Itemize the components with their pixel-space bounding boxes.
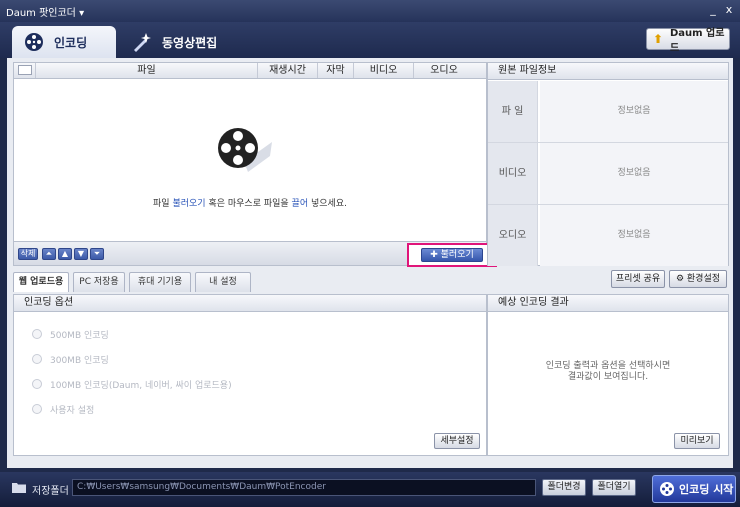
main-tab-bar: 인코딩 동영상편집 ⬆ Daum 업로드 <box>0 22 740 58</box>
detail-settings-button[interactable]: 세부설정 <box>434 433 480 449</box>
window-title[interactable]: Daum 팟인코더 ▾ <box>6 4 84 19</box>
move-down-button[interactable]: ▼ <box>74 248 88 260</box>
column-subtitle[interactable]: 자막 <box>318 63 354 78</box>
info-row-video: 비디오 정보없음 <box>488 143 728 205</box>
tab-encoding[interactable]: 인코딩 <box>12 26 116 58</box>
option-300mb[interactable]: 300MB 인코딩 <box>32 352 109 366</box>
file-list-header: 파일 재생시간 자막 비디오 오디오 <box>14 63 486 79</box>
save-folder-label: 저장폴더 <box>32 486 69 497</box>
option-100mb[interactable]: 100MB 인코딩(Daum, 네이버, 싸이 업로드용) <box>32 377 232 391</box>
film-reel-icon <box>218 128 272 172</box>
move-top-button[interactable]: ⏶ <box>42 248 56 260</box>
main-content: 파일 재생시간 자막 비디오 오디오 파일 불러오기 혹은 마우스로 파일을 끌… <box>7 58 733 468</box>
daum-upload-label: Daum 업로드 <box>669 28 725 54</box>
daum-upload-button[interactable]: ⬆ Daum 업로드 <box>646 28 730 54</box>
env-settings-button[interactable]: ⚙ 환경설정 <box>669 270 727 288</box>
gear-icon: ⚙ <box>675 274 687 284</box>
column-video[interactable]: 비디오 <box>354 63 414 78</box>
tab-my-settings[interactable]: 내 설정 <box>195 272 251 292</box>
tab-web-upload[interactable]: 웹 업로드용 <box>13 272 69 292</box>
open-folder-button[interactable]: 폴더열기 <box>592 479 636 496</box>
source-info-title: 원본 파일정보 <box>488 63 728 80</box>
radio-icon <box>32 404 42 414</box>
tab-mobile[interactable]: 휴대 기기용 <box>129 272 191 292</box>
load-link[interactable]: 불러오기 <box>172 199 205 209</box>
tab-video-edit-label: 동영상편집 <box>162 35 218 50</box>
close-button[interactable]: x <box>722 3 736 16</box>
load-button[interactable]: ✚ 불러오기 <box>421 248 483 262</box>
file-drop-area[interactable]: 파일 불러오기 혹은 마우스로 파일을 끌어 넣으세요. <box>14 80 486 240</box>
sparkle-edit-icon <box>130 30 154 54</box>
film-reel-icon <box>660 482 674 496</box>
film-reel-icon <box>22 30 46 54</box>
tab-encoding-label: 인코딩 <box>54 35 88 50</box>
tab-pc-save[interactable]: PC 저장용 <box>73 272 125 292</box>
file-list-panel[interactable]: 파일 재생시간 자막 비디오 오디오 파일 불러오기 혹은 마우스로 파일을 끌… <box>13 62 487 266</box>
move-up-button[interactable]: ▲ <box>58 248 72 260</box>
folder-icon <box>12 483 26 493</box>
plus-icon: ✚ <box>430 250 441 260</box>
radio-icon <box>32 354 42 364</box>
title-bar: Daum 팟인코더 ▾ _ x <box>0 0 740 22</box>
radio-icon <box>32 329 42 339</box>
start-encoding-button[interactable]: 인코딩 시작 <box>652 475 736 503</box>
preset-tabs: 웹 업로드용 PC 저장용 휴대 기기용 내 설정 프리셋 공유 ⚙ 환경설정 <box>13 270 729 292</box>
encoding-options-panel: 인코딩 옵션 500MB 인코딩 300MB 인코딩 100MB 인코딩(Dau… <box>13 294 487 456</box>
expected-result-message: 인코딩 출력과 옵션을 선택하시면 결과값이 보여집니다. <box>545 361 671 382</box>
option-500mb[interactable]: 500MB 인코딩 <box>32 327 109 341</box>
change-folder-button[interactable]: 폴더변경 <box>542 479 586 496</box>
radio-icon <box>32 379 42 389</box>
preset-share-button[interactable]: 프리셋 공유 <box>611 270 665 288</box>
expected-result-title: 예상 인코딩 결과 <box>488 295 728 312</box>
tab-video-edit[interactable]: 동영상편집 <box>120 26 224 58</box>
bottom-bar: 저장폴더 C:₩Users₩samsung₩Documents₩Daum₩Pot… <box>0 472 740 507</box>
move-bottom-button[interactable]: ⏷ <box>90 248 104 260</box>
drag-link: 끌어 <box>291 199 309 209</box>
encoding-options-title: 인코딩 옵션 <box>14 295 486 312</box>
column-file[interactable]: 파일 <box>36 63 258 78</box>
arrow-up-icon: ⬆ <box>653 32 664 46</box>
delete-button[interactable]: 삭제 <box>18 248 38 260</box>
column-audio[interactable]: 오디오 <box>414 63 474 78</box>
source-info-panel: 원본 파일정보 파 일 정보없음 비디오 정보없음 오디오 정보없음 <box>487 62 729 266</box>
preview-button[interactable]: 미리보기 <box>674 433 720 449</box>
drop-hint: 파일 불러오기 혹은 마우스로 파일을 끌어 넣으세요. <box>153 199 347 209</box>
column-duration[interactable]: 재생시간 <box>258 63 318 78</box>
load-button-highlight: ✚ 불러오기 <box>407 243 497 267</box>
info-row-file: 파 일 정보없음 <box>488 81 728 143</box>
info-row-audio: 오디오 정보없음 <box>488 205 728 267</box>
option-custom[interactable]: 사용자 설정 <box>32 402 94 416</box>
save-path-field[interactable]: C:₩Users₩samsung₩Documents₩Daum₩PotEncod… <box>72 479 536 496</box>
minimize-button[interactable]: _ <box>706 3 720 16</box>
expected-result-panel: 예상 인코딩 결과 인코딩 출력과 옵션을 선택하시면 결과값이 보여집니다. … <box>487 294 729 456</box>
start-encoding-label: 인코딩 시작 <box>679 483 734 496</box>
select-all-checkbox[interactable] <box>18 65 32 75</box>
